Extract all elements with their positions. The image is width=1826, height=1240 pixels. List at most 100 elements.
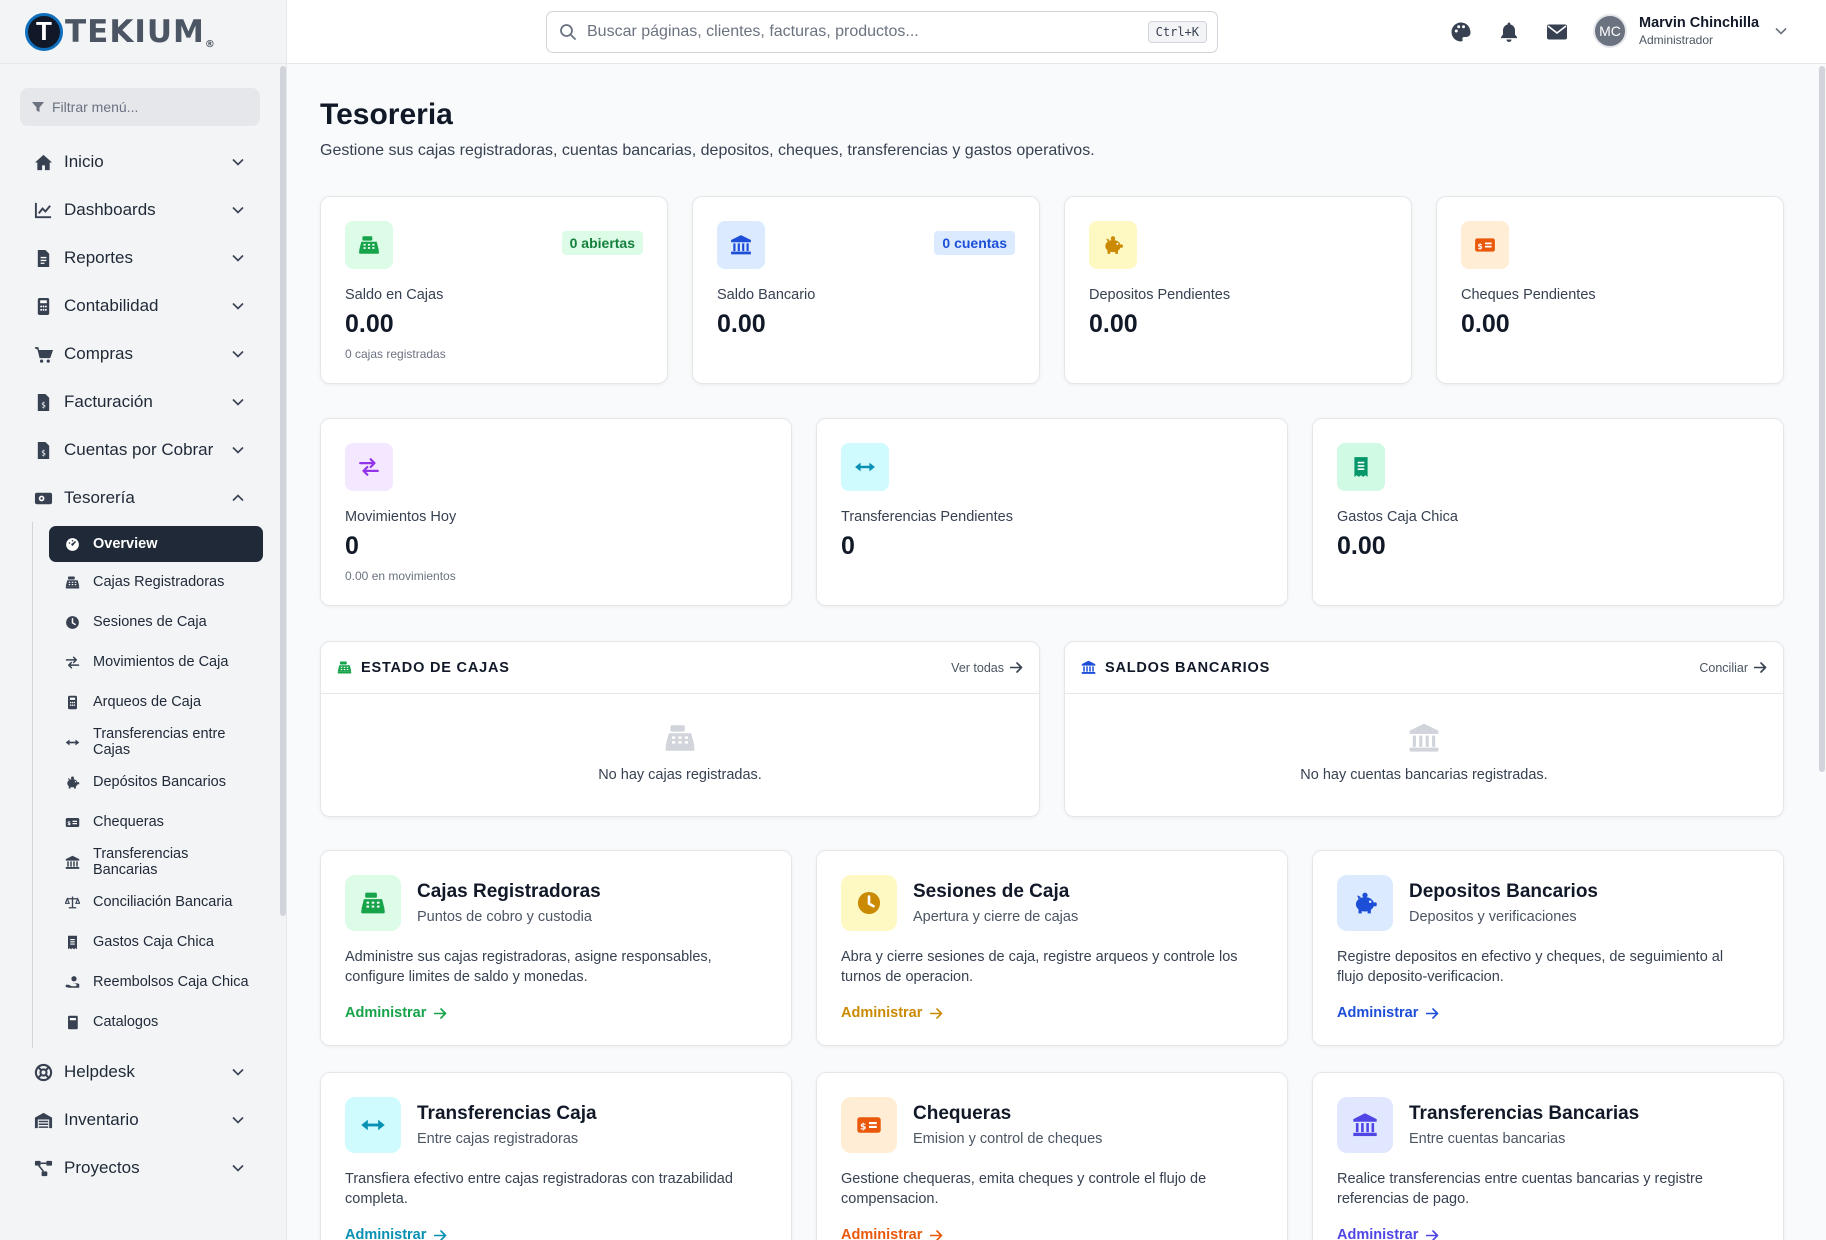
user-menu[interactable]: MC Marvin Chinchilla Administrador: [1593, 14, 1787, 48]
module-icon-box: [1337, 1097, 1393, 1153]
sidebar-scrollbar[interactable]: [280, 66, 286, 916]
svg-text:$: $: [67, 821, 71, 827]
chevron-up-icon: [232, 494, 244, 502]
sidebar-item-reportes[interactable]: Reportes: [0, 234, 280, 282]
submenu-item-transferencias-bancarias[interactable]: Transferencias Bancarias: [49, 842, 263, 882]
page-scrollbar[interactable]: [1818, 64, 1826, 1240]
avatar: MC: [1593, 14, 1627, 48]
menu-filter-input[interactable]: Filtrar menú...: [20, 88, 260, 126]
sidebar-item-label: Cuentas por Cobrar: [64, 440, 214, 459]
module-manage-link[interactable]: Administrar: [841, 1227, 943, 1240]
submenu-item-catalogos[interactable]: Catalogos: [49, 1002, 263, 1042]
module-link-label: Administrar: [345, 1227, 427, 1240]
stat-value: 0.00: [1089, 310, 1138, 338]
bank-icon: [1409, 723, 1439, 752]
cash-register-icon: [359, 236, 379, 254]
stat-card-transferencias-pendientes: Transferencias Pendientes 0: [816, 418, 1288, 606]
submenu-item-movimientos-de-caja[interactable]: Movimientos de Caja: [49, 642, 263, 682]
sidebar-item-inicio[interactable]: Inicio: [0, 138, 280, 186]
submenu-item-icon: [63, 733, 81, 751]
submenu-item-chequeras[interactable]: $ Chequeras: [49, 802, 263, 842]
submenu-item-conciliacion-bancaria[interactable]: Conciliación Bancaria: [49, 882, 263, 922]
stat-icon-box: $: [1461, 221, 1509, 269]
bank-icon: [731, 235, 751, 255]
stat-note: 0.00 en movimientos: [345, 569, 456, 583]
module-manage-link[interactable]: Administrar: [1337, 1005, 1439, 1021]
stat-value: 0: [345, 532, 359, 560]
submenu-item-label: Chequeras: [93, 814, 164, 830]
stat-note: 0 cajas registradas: [345, 347, 446, 361]
module-icon-box: $: [841, 1097, 897, 1153]
sidebar-item-helpdesk[interactable]: Helpdesk: [0, 1048, 280, 1096]
submenu-item-cajas-registradoras[interactable]: Cajas Registradoras: [49, 562, 263, 602]
sidebar-item-icon: [33, 1110, 53, 1130]
module-card-depositos-bancarios[interactable]: Depositos Bancarios Depositos y verifica…: [1312, 850, 1784, 1046]
sidebar-item-contabilidad[interactable]: Contabilidad: [0, 282, 280, 330]
hand-money-icon: [65, 975, 79, 988]
svg-text:$: $: [1477, 242, 1482, 251]
messages-envelope-icon[interactable]: [1545, 20, 1569, 44]
module-title: Depositos Bancarios: [1409, 881, 1598, 902]
arrow-right-icon: [434, 1229, 447, 1240]
arrows-h-icon: [855, 462, 875, 472]
notifications-bell-icon[interactable]: [1497, 20, 1521, 44]
submenu-item-label: Gastos Caja Chica: [93, 934, 214, 950]
sidebar-item-cuentas-por-cobrar[interactable]: $ Cuentas por Cobrar: [0, 426, 280, 474]
invoice-icon: $: [37, 393, 49, 411]
diagram-icon: [34, 1160, 52, 1176]
panel-link[interactable]: Conciliar: [1699, 661, 1767, 675]
stat-label: Transferencias Pendientes: [841, 509, 1013, 525]
module-card-transferencias-bancarias[interactable]: Transferencias Bancarias Entre cuentas b…: [1312, 1072, 1784, 1240]
sidebar-item-label: Dashboards: [64, 200, 156, 219]
stat-card-depositos-pendientes: Depositos Pendientes 0.00: [1064, 196, 1412, 384]
panel-header: SALDOS BANCARIOS Conciliar: [1065, 642, 1783, 694]
submenu-item-label: Transferencias Bancarias: [93, 846, 189, 878]
brand-logo[interactable]: T TEKIUM®: [0, 0, 286, 64]
sidebar-item-proyectos[interactable]: Proyectos: [0, 1144, 280, 1192]
global-search-input[interactable]: Buscar páginas, clientes, facturas, prod…: [546, 11, 1218, 53]
brand-name: TEKIUM: [65, 13, 205, 50]
panel-link[interactable]: Ver todas: [951, 661, 1023, 675]
panel-header: ESTADO DE CAJAS Ver todas: [321, 642, 1039, 694]
sidebar-item-compras[interactable]: Compras: [0, 330, 280, 378]
stat-value: 0.00: [345, 310, 394, 338]
arrow-right-icon: [930, 1007, 943, 1019]
exchange-icon: [65, 656, 79, 668]
module-card-cajas-registradoras[interactable]: Cajas Registradoras Puntos de cobro y cu…: [320, 850, 792, 1046]
theme-palette-icon[interactable]: [1449, 20, 1473, 44]
bank-icon: [65, 855, 79, 869]
module-manage-link[interactable]: Administrar: [1337, 1227, 1439, 1240]
arrows-h-icon: [361, 1119, 385, 1131]
receipt-icon: [1354, 457, 1368, 477]
module-manage-link[interactable]: Administrar: [345, 1227, 447, 1240]
module-manage-link[interactable]: Administrar: [841, 1005, 943, 1021]
sidebar-item-inventario[interactable]: Inventario: [0, 1096, 280, 1144]
module-card-chequeras[interactable]: $ Chequeras Emision y control de cheques…: [816, 1072, 1288, 1240]
module-card-transferencias-caja[interactable]: Transferencias Caja Entre cajas registra…: [320, 1072, 792, 1240]
module-card-sesiones-de-caja[interactable]: Sesiones de Caja Apertura y cierre de ca…: [816, 850, 1288, 1046]
sidebar-item-facturacion[interactable]: $ Facturación: [0, 378, 280, 426]
submenu-item-depositos-bancarios[interactable]: Depósitos Bancarios: [49, 762, 263, 802]
sidebar-item-label: Tesorería: [64, 488, 135, 507]
submenu-item-transferencias-entre-cajas[interactable]: Transferencias entre Cajas: [49, 722, 263, 762]
submenu-item-arqueos-de-caja[interactable]: Arqueos de Caja: [49, 682, 263, 722]
stat-card-gastos-caja-chica: Gastos Caja Chica 0.00: [1312, 418, 1784, 606]
invoice-dollar-icon: $: [37, 441, 49, 459]
module-manage-link[interactable]: Administrar: [345, 1005, 447, 1021]
sidebar-item-dashboards[interactable]: Dashboards: [0, 186, 280, 234]
submenu-item-overview[interactable]: Overview: [49, 526, 263, 562]
sidebar-item-tesoreria[interactable]: Tesorería: [0, 474, 280, 522]
stat-icon-box: [1089, 221, 1137, 269]
sidebar-item-icon: $: [33, 392, 53, 412]
module-icon-box: [345, 875, 401, 931]
cart-icon: [34, 346, 53, 363]
main-content: Tesoreria Gestione sus cajas registrador…: [320, 64, 1785, 1240]
submenu-item-reembolsos-caja-chica[interactable]: Reembolsos Caja Chica: [49, 962, 263, 1002]
submenu-item-sesiones-de-caja[interactable]: Sesiones de Caja: [49, 602, 263, 642]
money-bill-icon: [34, 492, 52, 504]
stat-label: Saldo Bancario: [717, 287, 816, 303]
submenu-item-gastos-caja-chica[interactable]: Gastos Caja Chica: [49, 922, 263, 962]
submenu-item-label: Movimientos de Caja: [93, 654, 229, 670]
sidebar-item-label: Helpdesk: [64, 1062, 135, 1081]
module-description: Realice transferencias entre cuentas ban…: [1337, 1171, 1703, 1207]
